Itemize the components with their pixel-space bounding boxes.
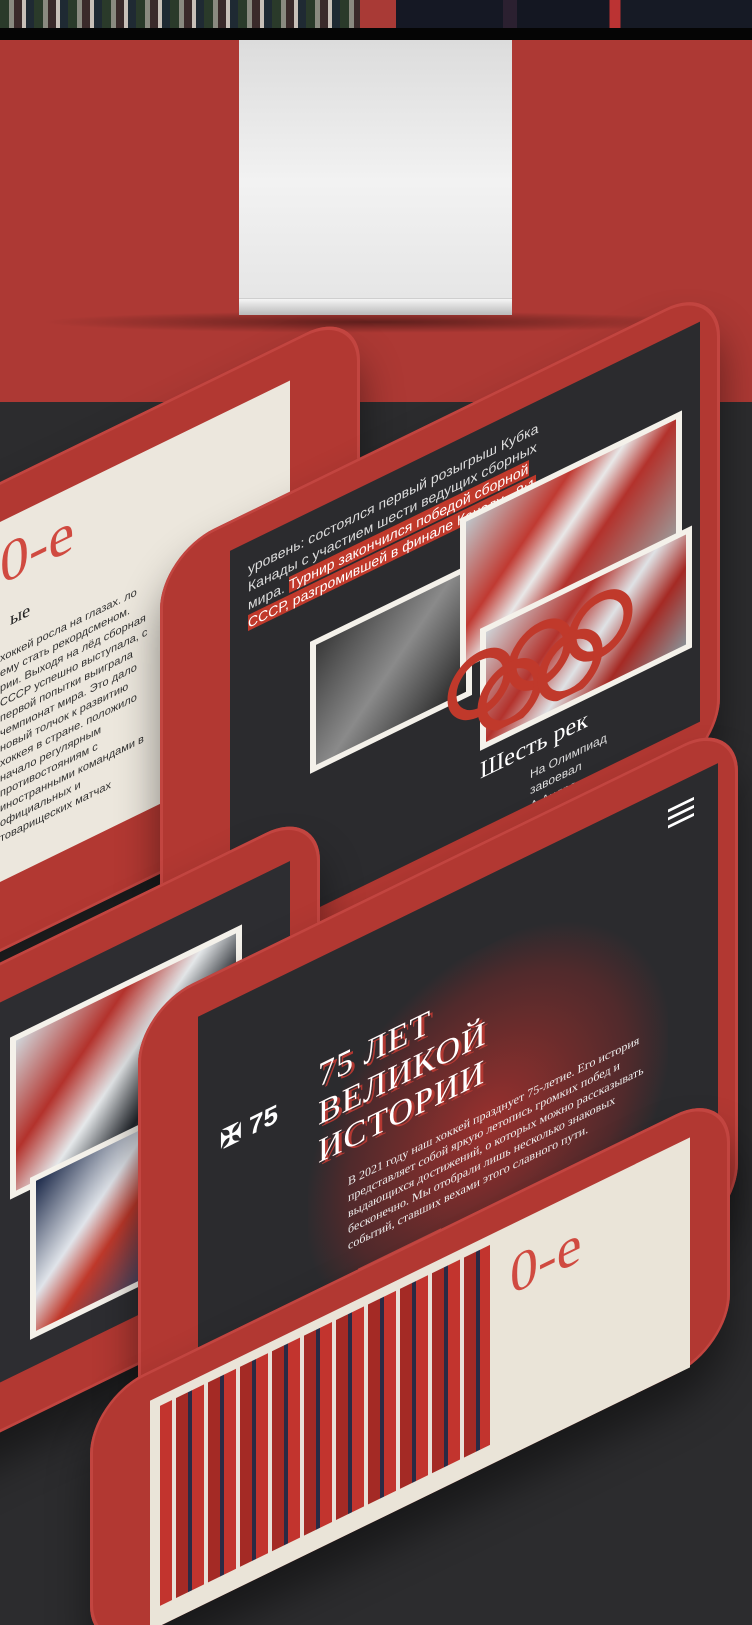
decade-heading: 0-е [0, 496, 75, 598]
eagle-icon: ✠ [220, 1115, 242, 1157]
decade-subtitle: ые [10, 599, 31, 630]
federation-logo[interactable]: ✠ 75 [220, 1098, 278, 1157]
black-band [0, 28, 752, 40]
anniversary-logo: 75 [249, 1097, 278, 1142]
mockup-stage: 0-е ые хоккей росла на глазах. ло ему ст… [0, 0, 752, 1625]
arena-photo [396, 0, 752, 28]
crowd-photo [0, 0, 360, 28]
top-photo-strip [0, 0, 752, 28]
decade-heading: 0-е [510, 1211, 582, 1309]
hamburger-menu-icon[interactable] [668, 796, 694, 834]
white-box-base [239, 298, 512, 315]
photo-gap [360, 0, 396, 28]
white-display-box [239, 40, 512, 298]
